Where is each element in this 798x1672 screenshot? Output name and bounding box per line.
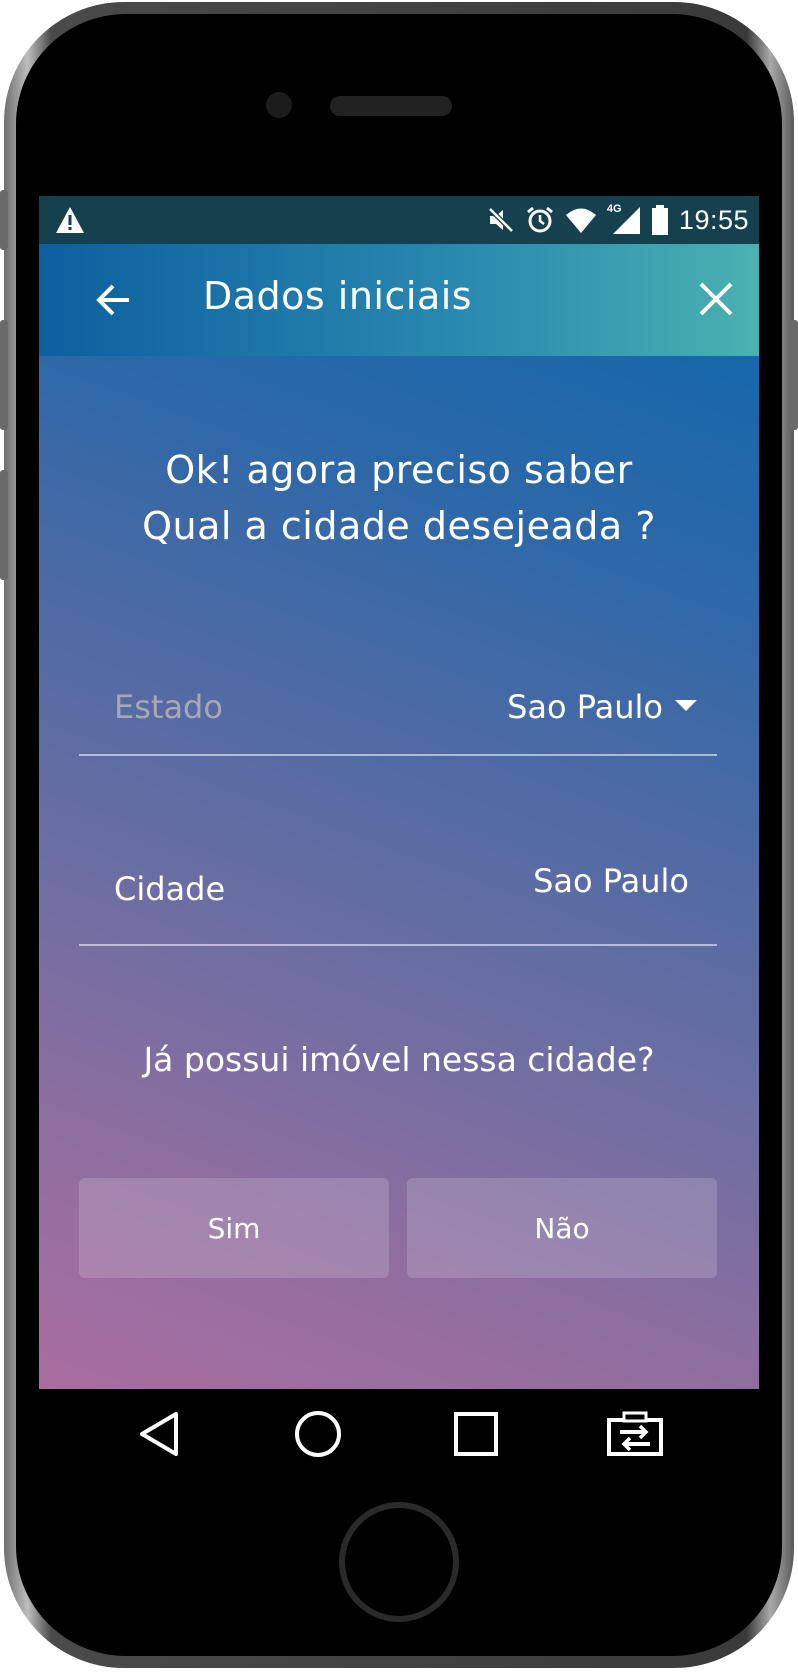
- estado-divider: [79, 754, 717, 756]
- alarm-icon: [526, 206, 553, 233]
- question-line-1: Ok! agora preciso saber: [165, 448, 633, 492]
- question-text: Ok! agora preciso saber Qual a cidade de…: [39, 442, 759, 554]
- back-triangle-icon[interactable]: [136, 1410, 184, 1458]
- close-icon[interactable]: [695, 278, 737, 320]
- status-icons: 4G 19:55: [487, 196, 749, 244]
- battery-icon: [651, 205, 668, 235]
- power-button: [790, 320, 798, 430]
- no-button[interactable]: Não: [407, 1178, 717, 1278]
- warning-icon: [56, 207, 84, 233]
- side-button: [0, 190, 8, 250]
- mute-icon: [488, 207, 514, 233]
- page-title: Dados iniciais: [203, 274, 473, 318]
- status-bar: 4G 19:55: [39, 196, 759, 244]
- volume-up-button: [0, 320, 8, 430]
- cidade-label: Cidade: [114, 870, 226, 908]
- wifi-icon: [565, 208, 596, 233]
- earpiece-speaker: [330, 96, 452, 116]
- arrow-left-icon[interactable]: [89, 276, 137, 324]
- chevron-down-icon: [675, 699, 697, 711]
- estado-value: Sao Paulo: [507, 688, 663, 726]
- question-line-2: Qual a cidade desejeada ?: [142, 504, 656, 548]
- estado-label: Estado: [114, 688, 223, 726]
- status-time: 19:55: [678, 204, 749, 235]
- cidade-divider: [79, 944, 717, 946]
- main-content: Ok! agora preciso saber Qual a cidade de…: [39, 356, 759, 1389]
- front-camera: [266, 92, 292, 118]
- estado-select[interactable]: Sao Paulo: [507, 688, 697, 726]
- screen-swap-icon[interactable]: [606, 1410, 664, 1458]
- recents-square-icon[interactable]: [452, 1410, 500, 1458]
- signal-icon: 4G: [607, 203, 641, 235]
- volume-down-button: [0, 470, 8, 580]
- owns-property-question: Já possui imóvel nessa cidade?: [143, 1040, 655, 1079]
- yes-button[interactable]: Sim: [79, 1178, 389, 1278]
- hardware-home-button[interactable]: [339, 1502, 459, 1622]
- app-bar: Dados iniciais: [39, 244, 759, 356]
- cidade-field[interactable]: Sao Paulo: [533, 862, 689, 900]
- screen: 4G 19:55 Dados iniciais Ok! agora precis…: [39, 196, 759, 1389]
- home-circle-icon[interactable]: [292, 1408, 344, 1460]
